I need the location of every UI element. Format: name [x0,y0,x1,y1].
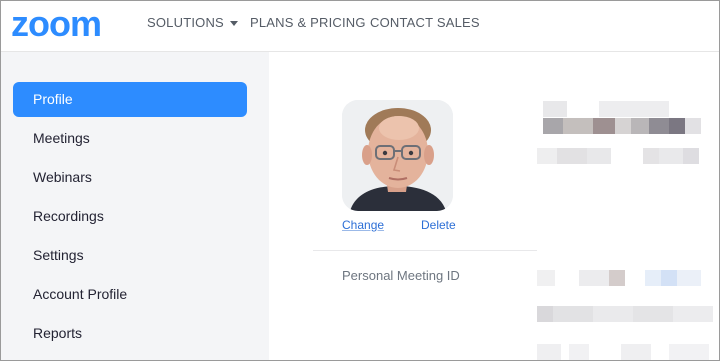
zoom-logo[interactable]: zoom [11,2,102,46]
nav-plans-pricing[interactable]: PLANS & PRICING [250,15,366,30]
sidebar-item-label: Settings [33,247,84,263]
profile-photo [342,100,453,211]
nav-contact-sales[interactable]: CONTACT SALES [370,15,480,30]
divider [313,250,537,251]
sidebar-item-label: Profile [33,91,73,107]
sidebar-item-label: Reports [33,325,83,341]
sidebar-item-meetings[interactable]: Meetings [13,121,247,156]
sidebar-item-label: Recordings [33,208,104,224]
nav-solutions[interactable]: SOLUTIONS [147,15,238,30]
delete-photo-link[interactable]: Delete [421,218,456,232]
sidebar-item-label: Account Profile [33,286,128,302]
personal-meeting-id-label: Personal Meeting ID [342,268,460,283]
top-navigation-bar: zoom SOLUTIONS PLANS & PRICING CONTACT S… [1,1,719,52]
nav-contact-sales-label: CONTACT SALES [370,15,480,30]
sidebar-item-recordings[interactable]: Recordings [13,199,247,234]
nav-solutions-label: SOLUTIONS [147,15,224,30]
sidebar-item-webinars[interactable]: Webinars [13,160,247,195]
sidebar-item-account-profile[interactable]: Account Profile [13,277,247,312]
nav-plans-pricing-label: PLANS & PRICING [250,15,366,30]
sidebar: Profile Meetings Webinars Recordings Set… [1,52,269,360]
sidebar-item-profile[interactable]: Profile [13,82,247,117]
chevron-down-icon [229,21,238,27]
change-photo-link[interactable]: Change [342,218,384,232]
app-window: zoom SOLUTIONS PLANS & PRICING CONTACT S… [0,0,720,361]
sidebar-item-label: Meetings [33,130,90,146]
sidebar-item-settings[interactable]: Settings [13,238,247,273]
sidebar-item-reports[interactable]: Reports [13,316,247,351]
avatar [342,100,453,211]
sidebar-item-label: Webinars [33,169,92,185]
profile-content: Change Delete Personal Meeting ID [269,52,719,360]
